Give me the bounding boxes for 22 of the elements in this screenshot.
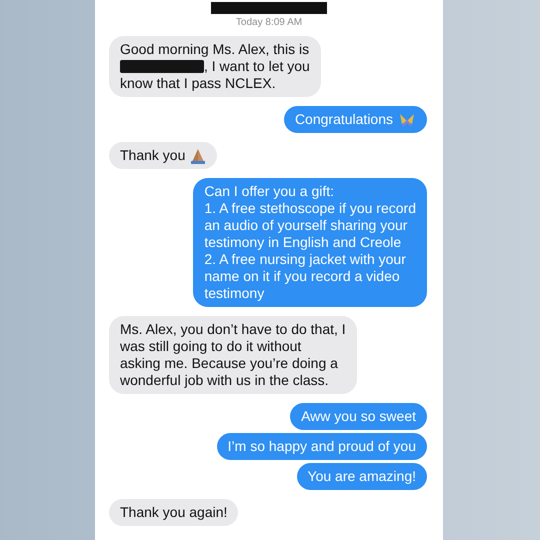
message-text: was still going to do it without bbox=[120, 338, 302, 355]
message-text: Can I offer you a gift: bbox=[204, 183, 334, 200]
message-text: name on it if you record a video bbox=[204, 268, 400, 285]
bow-icon bbox=[398, 112, 416, 128]
message-text: I’m so happy and proud of you bbox=[228, 438, 416, 455]
message-text: 1. A free stethoscope if you record bbox=[204, 200, 416, 217]
message-text: wonderful job with us in the class. bbox=[120, 372, 329, 389]
message-text: Thank you bbox=[120, 147, 186, 164]
message-text: testimony bbox=[204, 285, 264, 302]
message-text: Good morning Ms. Alex, this is bbox=[120, 41, 310, 58]
message-text: You are amazing! bbox=[308, 468, 416, 485]
message-text: Congratulations bbox=[294, 111, 393, 128]
message-text: , I want to let you bbox=[204, 58, 310, 75]
message-text: Thank you again! bbox=[120, 504, 228, 521]
message-text: Ms. Alex, you don’t have to do that, I bbox=[120, 321, 346, 338]
message-text: 2. A free nursing jacket with your bbox=[204, 251, 406, 268]
message-text: know that I pass NCLEX. bbox=[120, 75, 276, 92]
message-text: asking me. Because you’re doing a bbox=[120, 355, 338, 372]
message-text: testimony in English and Creole bbox=[204, 234, 402, 251]
timestamp: Today 8:09 AM bbox=[234, 17, 304, 28]
message-text: an audio of yourself sharing your bbox=[204, 217, 408, 234]
message-text: Aww you so sweet bbox=[301, 408, 416, 425]
